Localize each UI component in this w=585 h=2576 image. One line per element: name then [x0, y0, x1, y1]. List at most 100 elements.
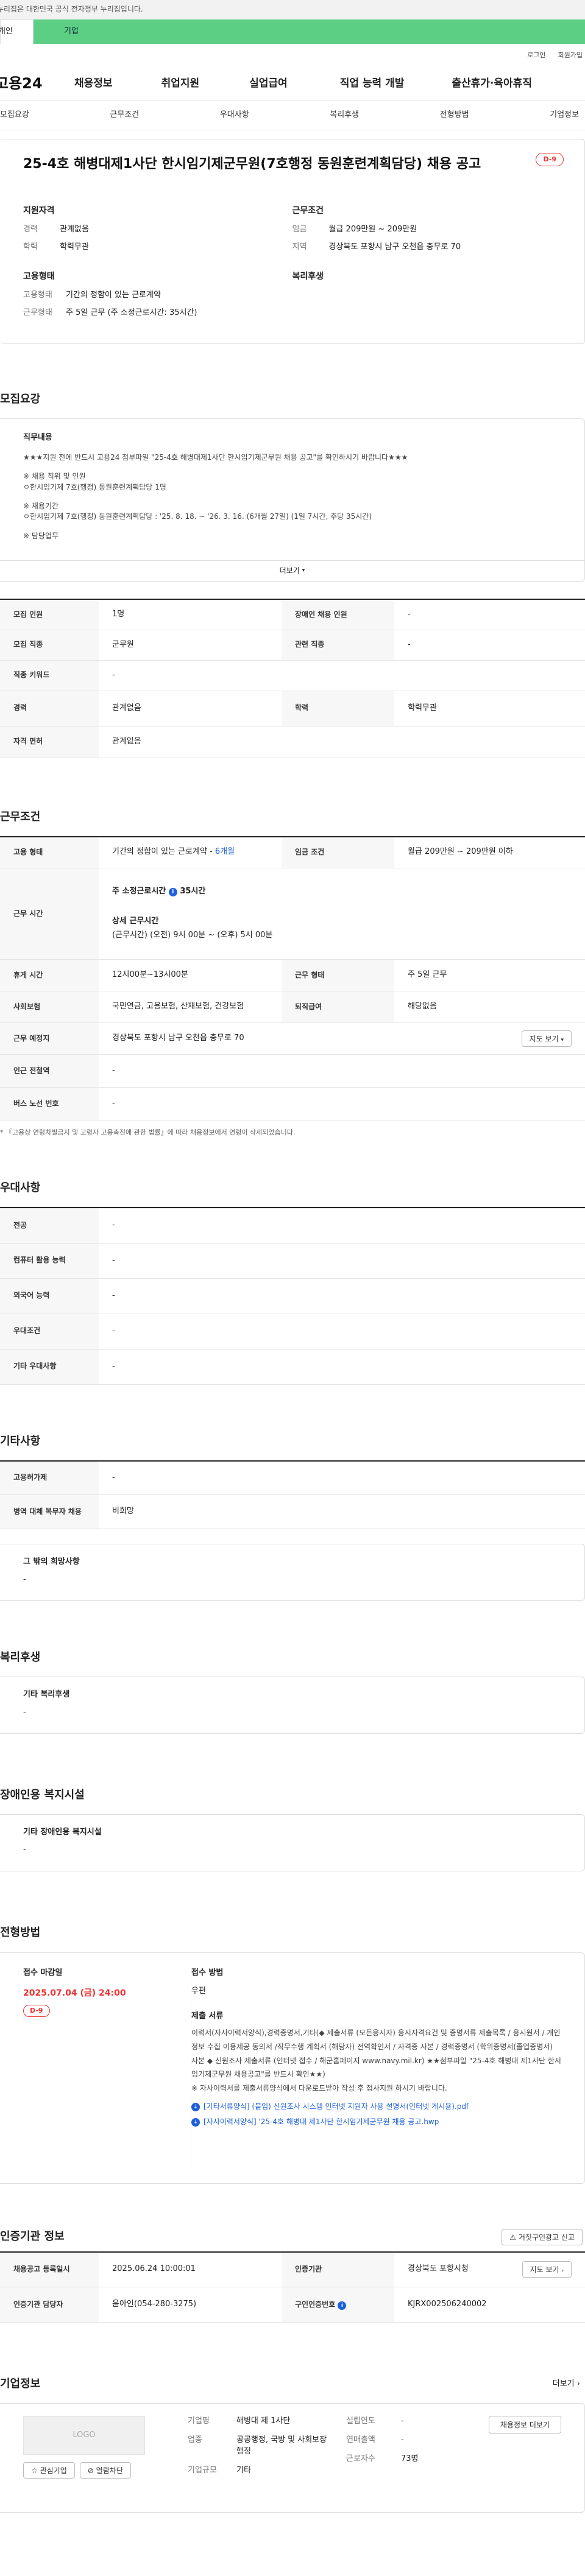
cell: - — [99, 1054, 585, 1088]
info-icon[interactable]: i — [168, 888, 177, 897]
table-row: 사회보험 국민연금, 고용보험, 산재보험, 건강보험 퇴직급여 해당없음 — [0, 991, 585, 1024]
table-row: 전공 - — [0, 1208, 585, 1244]
subnav-company[interactable]: 기업정보 — [550, 110, 579, 121]
table-row: 고용 형태 기간의 정함이 있는 근로계약 - 6개월 임금 조건 월급 209만원 … — [0, 836, 585, 869]
subnav-work[interactable]: 근무조건 — [110, 110, 139, 121]
table-row: 기타 우대사항 - — [0, 1349, 585, 1385]
recruit-heading: 모집요강 — [0, 392, 41, 406]
company-info-col: 기업명 해병대 제 1사단 업종 공공행정, 국방 및 사회보장 행정 기업규모 기타 — [188, 2416, 334, 2500]
pref-table: 전공 - 컴퓨터 활용 능력 - 외국어 능력 - 우대조건 - 기타 우대사항 - — [0, 1207, 585, 1385]
cert-map-button[interactable]: 지도 보기 › — [522, 2261, 572, 2278]
cell: - — [99, 1243, 585, 1279]
cell: 경상북도 포항시 남구 오천읍 충무로 70 지도 보기 ▾ — [99, 1022, 585, 1055]
report-fake-ad-button[interactable]: ⚠ 거짓구인광고 신고 — [502, 2228, 583, 2245]
cell: KJRX002506240002 — [394, 2287, 585, 2323]
subnav-pref[interactable]: 우대사항 — [220, 110, 249, 121]
cell: - — [99, 660, 585, 691]
top-tabs: 개인 기업 — [0, 19, 585, 44]
cell: - — [99, 1278, 585, 1314]
docs-value: 이력서(자사이력서양식),경력증명서,기타(◆ 제출서류 (모든응시자) 응시자… — [191, 2029, 561, 2079]
gnb-unemployment-benefit[interactable]: 실업급여 — [249, 76, 288, 91]
welfare-box: 기타 복리후생 - — [0, 1677, 585, 1734]
screening-heading: 전형방법 — [0, 1926, 41, 1940]
tab-company[interactable]: 기업 — [34, 19, 585, 44]
cell-head: 채용공고 등록일시 — [0, 2251, 99, 2288]
table-row: 휴게 시간 12시00분~13시00분 근무 형태 주 5일 근무 — [0, 959, 585, 992]
section-nav: 모집요강 근무조건 우대사항 복리후생 전형방법 기업정보 — [0, 101, 585, 130]
file-link[interactable]: ↓ [자사이력서양식] '25-4호 해병대 제1사단 한시임기제군무원 채용 공… — [191, 2117, 561, 2127]
duty-line: ※ 담당업무 — [23, 531, 59, 540]
gnb-job-skills[interactable]: 직업 능력 개발 — [340, 76, 405, 91]
work-table: 고용 형태 기간의 정함이 있는 근로계약 - 6개월 임금 조건 월급 209만원 … — [0, 836, 585, 1121]
tab-personal[interactable]: 개인 — [0, 19, 34, 44]
subnav-screening[interactable]: 전형방법 — [440, 110, 469, 121]
file-link[interactable]: ↓ [기타서류양식] (붙임) 신원조사 시스템 인터넷 지원자 사용 설명서(인… — [191, 2102, 561, 2112]
file-name: [자사이력서양식] '25-4호 해병대 제1사단 한시임기제군무원 채용 공고… — [204, 2117, 439, 2127]
cell-head: 임금 조건 — [282, 836, 394, 869]
kv-value: 학력무관 — [60, 242, 89, 252]
favorite-company-button[interactable]: ☆ 관심기업 — [23, 2462, 75, 2479]
subnav-welfare[interactable]: 복리후생 — [330, 110, 359, 121]
cell: 2025.06.24 10:00:01 — [99, 2251, 282, 2288]
welfare-box-title: 기타 복리후생 — [23, 1690, 70, 1700]
emp-row: 고용형태 기간의 정함이 있는 근로계약 — [23, 290, 292, 301]
table-row: 고용허가제 - — [0, 1460, 585, 1496]
company-more-link[interactable]: 더보기 › — [553, 2379, 580, 2390]
gov-banner: 이 누리집은 대한민국 공식 전자정부 누리집입니다. — [0, 0, 585, 19]
method-col: 접수 방법 우편 제출 서류 이력서(자사이력서양식),경력증명서,기타(◆ 제… — [191, 1967, 561, 2169]
docs-note: ※ 자사이력서를 제출서류양식에서 다운로드받아 작성 후 접사지원 하시기 바… — [191, 2084, 447, 2093]
table-row: 인증기관 담당자 윤아인(054-280-3275) 구인인증번호 i KJRX002… — [0, 2287, 585, 2323]
report-label: 거짓구인광고 신고 — [518, 2233, 575, 2242]
table-row: 우대조건 - — [0, 1314, 585, 1350]
emp-row: 근무형태 주 5일 근무 (주 소정근로시간: 35시간) — [23, 308, 292, 319]
info-key: 업종 — [188, 2435, 202, 2444]
info-value: 기타 — [236, 2465, 251, 2475]
cell: 군무원 — [99, 630, 282, 661]
company-jobs-button[interactable]: 채용정보 더보기 — [488, 2416, 561, 2434]
cell-head: 인증기관 담당자 — [0, 2287, 99, 2323]
chevron-right-icon: › — [576, 2379, 580, 2388]
cell-head: 고용허가제 — [0, 1460, 99, 1496]
cell-head: 컴퓨터 활용 능력 — [0, 1243, 99, 1279]
cert-table: 채용공고 등록일시 2025.06.24 10:00:01 인증기관 경상북도 포항시… — [0, 2251, 585, 2323]
cell: 12시00분~13시00분 — [99, 959, 282, 992]
brand-logo[interactable]: 고용24 — [0, 73, 62, 94]
cell: 윤아인(054-280-3275) — [99, 2287, 282, 2323]
signup-link[interactable]: 회원가입 — [558, 51, 583, 60]
weekly-label: 주 소정근로시간 — [112, 887, 166, 896]
disabled-box: 기타 장애인용 복지시설 - — [0, 1814, 585, 1872]
login-link[interactable]: 로그인 — [527, 51, 545, 60]
info-value: 공공행정, 국방 및 사회보장 행정 — [236, 2435, 327, 2456]
gnb-employment-support[interactable]: 취업지원 — [161, 76, 200, 91]
cell: 월급 209만원 ~ 209만원 이하 — [394, 836, 585, 869]
info-icon[interactable]: i — [338, 2301, 347, 2310]
cell-head: 관련 직종 — [282, 630, 394, 661]
emp-period-text: 6개월 — [214, 847, 235, 857]
cell: 비희망 — [99, 1494, 585, 1530]
age-note: * 『고용상 연령차별금지 및 고령자 고용촉진에 관한 법률』에 따라 채용정… — [0, 1128, 296, 1137]
map-label: 지도 보기 — [530, 2265, 559, 2275]
company-box: LOGO ☆ 관심기업 ⊘ 열람차단 기업명 해병대 제 1사단 업종 공공행정, … — [0, 2403, 585, 2513]
cell: - — [99, 1314, 585, 1350]
cell: - — [394, 630, 585, 661]
cell-head: 장애인 채용 인원 — [282, 599, 394, 630]
block-company-button[interactable]: ⊘ 열람차단 — [79, 2462, 131, 2479]
gnb-parental-leave[interactable]: 출산휴가·육아휴직 — [452, 76, 532, 91]
gnb-jobs[interactable]: 채용정보 — [74, 76, 113, 91]
cell: 주 소정근로시간 i 35시간 상세 근무시간 (근무시간) (오전) 9시 0… — [99, 868, 585, 960]
pref-heading: 우대사항 — [0, 1181, 41, 1195]
table-row: 병역 대체 복무자 채용 비희망 — [0, 1494, 585, 1530]
qual-heading: 지원자격 — [23, 206, 55, 216]
map-button[interactable]: 지도 보기 ▾ — [521, 1030, 572, 1047]
screening-box: 접수 마감일 2025.07.04 (금) 24:00 D-9 접수 방법 우편… — [0, 1952, 585, 2184]
page-title: 25-4호 해병대제1사단 한시임기제군무원(7호행정 동원훈련계획담당) 채용… — [23, 157, 481, 172]
subnav-recruit[interactable]: 모집요강 — [0, 110, 29, 121]
chevron-down-icon: ▾ — [302, 568, 305, 574]
cell: - — [99, 1349, 585, 1385]
detail-hours-label: 상세 근무시간 — [112, 917, 159, 926]
cell: 학력무관 — [394, 691, 585, 727]
info-value: 73명 — [401, 2454, 419, 2463]
company-heading: 기업정보 — [0, 2377, 41, 2391]
more-button[interactable]: 더보기 ▾ — [0, 560, 584, 582]
cell-head: 경력 — [0, 691, 99, 727]
